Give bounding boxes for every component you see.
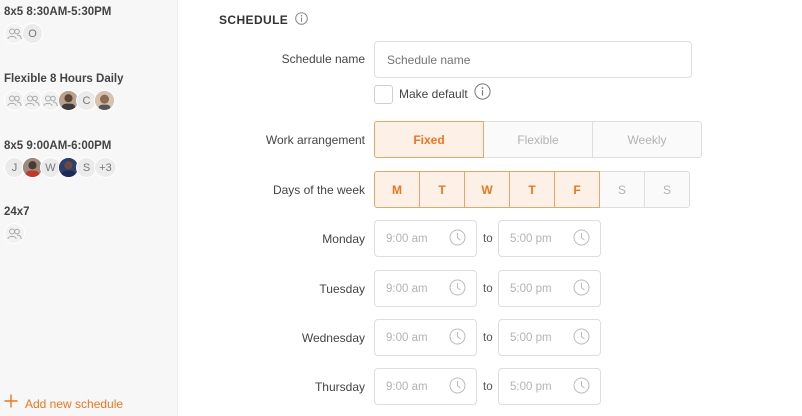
clock-icon bbox=[449, 279, 466, 299]
to-label: to bbox=[483, 381, 493, 393]
work-arrangement-label: Work arrangement bbox=[265, 133, 365, 147]
add-new-schedule-label: Add new schedule bbox=[25, 396, 124, 411]
to-label: to bbox=[483, 283, 493, 295]
clock-icon bbox=[449, 229, 466, 249]
days-of-week-selector: M T W T F S S bbox=[374, 171, 690, 208]
avatar: O bbox=[22, 23, 43, 44]
day-toggle-wednesday[interactable]: W bbox=[464, 171, 510, 208]
day-row-label: Wednesday bbox=[301, 331, 365, 345]
plus-icon bbox=[4, 394, 18, 413]
start-time-input[interactable]: 9:00 am bbox=[374, 220, 477, 257]
work-arrangement-flexible[interactable]: Flexible bbox=[483, 121, 593, 158]
avatar-group bbox=[4, 223, 30, 244]
clock-icon bbox=[573, 377, 590, 397]
schedule-item[interactable]: 8x5 9:00AM-6:00PM J W S +3 bbox=[4, 140, 117, 178]
schedule-form: SCHEDULE Schedule name Make default Work… bbox=[178, 0, 802, 416]
day-toggle-friday[interactable]: F bbox=[554, 171, 600, 208]
work-arrangement-selector: Fixed Flexible Weekly bbox=[374, 121, 702, 158]
clock-icon bbox=[573, 229, 590, 249]
schedule-item[interactable]: 8x5 8:30AM-5:30PM O bbox=[4, 6, 111, 44]
end-time-input[interactable]: 5:00 pm bbox=[498, 270, 601, 307]
schedule-item[interactable]: 24x7 bbox=[4, 206, 30, 244]
end-time-input[interactable]: 5:00 pm bbox=[498, 220, 601, 257]
day-toggle-tuesday[interactable]: T bbox=[419, 171, 465, 208]
schedule-name-label: Schedule name bbox=[281, 52, 365, 66]
end-time-value: 5:00 pm bbox=[510, 380, 552, 393]
user-photo-avatar bbox=[94, 90, 115, 111]
schedule-title: Flexible 8 Hours Daily bbox=[4, 73, 124, 85]
start-time-input[interactable]: 9:00 am bbox=[374, 368, 477, 405]
make-default-checkbox[interactable] bbox=[374, 84, 393, 104]
day-row-label: Monday bbox=[322, 232, 365, 246]
day-toggle-thursday[interactable]: T bbox=[509, 171, 555, 208]
clock-icon bbox=[573, 328, 590, 348]
start-time-input[interactable]: 9:00 am bbox=[374, 270, 477, 307]
day-toggle-saturday[interactable]: S bbox=[599, 171, 645, 208]
day-toggle-sunday[interactable]: S bbox=[644, 171, 690, 208]
info-icon[interactable] bbox=[295, 12, 309, 28]
day-row-label: Tuesday bbox=[319, 282, 365, 296]
work-arrangement-weekly[interactable]: Weekly bbox=[592, 121, 702, 158]
section-title: SCHEDULE bbox=[219, 12, 309, 28]
group-icon bbox=[4, 223, 25, 244]
more-avatars-count: +3 bbox=[94, 157, 117, 178]
schedule-title: 8x5 9:00AM-6:00PM bbox=[4, 140, 112, 152]
end-time-value: 5:00 pm bbox=[510, 232, 552, 245]
to-label: to bbox=[483, 332, 493, 344]
end-time-input[interactable]: 5:00 pm bbox=[498, 368, 601, 405]
day-row-label: Thursday bbox=[314, 380, 365, 394]
start-time-value: 9:00 am bbox=[386, 380, 428, 393]
clock-icon bbox=[449, 328, 466, 348]
section-title-text: SCHEDULE bbox=[219, 13, 289, 27]
avatar-group: J W S +3 bbox=[4, 157, 117, 178]
start-time-value: 9:00 am bbox=[386, 331, 428, 344]
clock-icon bbox=[449, 377, 466, 397]
clock-icon bbox=[573, 279, 590, 299]
end-time-value: 5:00 pm bbox=[510, 282, 552, 295]
make-default-label: Make default bbox=[399, 87, 468, 101]
schedule-title: 24x7 bbox=[4, 206, 30, 218]
schedule-title: 8x5 8:30AM-5:30PM bbox=[4, 6, 112, 18]
work-arrangement-fixed[interactable]: Fixed bbox=[374, 121, 484, 158]
schedule-name-input[interactable] bbox=[374, 41, 692, 78]
add-new-schedule-button[interactable]: Add new schedule bbox=[4, 394, 123, 413]
to-label: to bbox=[483, 233, 493, 245]
end-time-value: 5:00 pm bbox=[510, 331, 552, 344]
start-time-input[interactable]: 9:00 am bbox=[374, 319, 477, 356]
schedule-item[interactable]: Flexible 8 Hours Daily C bbox=[4, 73, 124, 111]
make-default-row: Make default bbox=[374, 83, 491, 105]
start-time-value: 9:00 am bbox=[386, 232, 428, 245]
day-toggle-monday[interactable]: M bbox=[374, 171, 420, 208]
avatar-group: O bbox=[4, 23, 111, 44]
schedule-sidebar: 8x5 8:30AM-5:30PM O Flexible 8 Hours Dai… bbox=[0, 0, 178, 416]
end-time-input[interactable]: 5:00 pm bbox=[498, 319, 601, 356]
info-icon[interactable] bbox=[474, 83, 491, 105]
days-of-week-label: Days of the week bbox=[272, 183, 365, 197]
start-time-value: 9:00 am bbox=[386, 282, 428, 295]
avatar-group: C bbox=[4, 90, 124, 111]
